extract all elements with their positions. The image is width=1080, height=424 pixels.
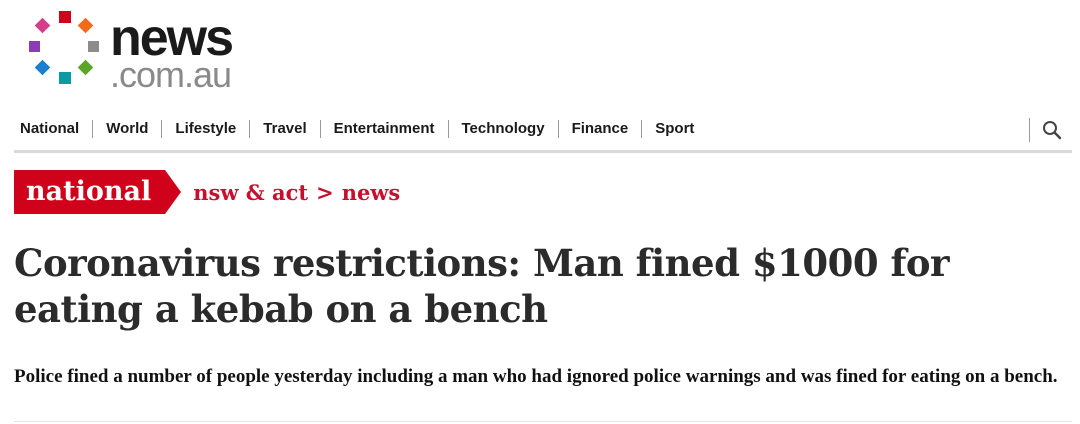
- nav-list: National World Lifestyle Travel Entertai…: [14, 120, 707, 138]
- section-tag-national[interactable]: national: [14, 170, 166, 214]
- nav-item-national[interactable]: National: [14, 120, 92, 138]
- section-header: national nsw & act > news: [14, 170, 400, 214]
- breadcrumb: nsw & act > news: [193, 180, 400, 205]
- breadcrumb-nsw-act[interactable]: nsw & act: [193, 180, 308, 205]
- nav-item-finance[interactable]: Finance: [557, 120, 642, 138]
- nav-item-lifestyle[interactable]: Lifestyle: [161, 120, 249, 138]
- nav-item-technology[interactable]: Technology: [447, 120, 558, 138]
- nav-item-sport[interactable]: Sport: [641, 120, 707, 138]
- logo-dot: [34, 59, 51, 76]
- site-logo[interactable]: news .com.au: [26, 10, 266, 93]
- divider: [14, 421, 1072, 422]
- article-standfirst: Police fined a number of people yesterda…: [14, 366, 1058, 387]
- logo-dot: [34, 17, 51, 34]
- nav-item-entertainment[interactable]: Entertainment: [319, 120, 448, 138]
- breadcrumb-news[interactable]: news: [342, 180, 401, 205]
- logo-dot: [59, 72, 71, 84]
- logo-dot: [59, 11, 71, 23]
- logo-domain: .com.au: [110, 54, 232, 95]
- breadcrumb-separator: >: [316, 179, 334, 205]
- section-tag-arrow: [165, 170, 182, 214]
- main-nav: National World Lifestyle Travel Entertai…: [14, 112, 1072, 153]
- search-button[interactable]: [1029, 118, 1072, 142]
- search-icon: [1043, 121, 1062, 140]
- logo-dot: [29, 41, 40, 52]
- logo-dot: [77, 17, 94, 34]
- nav-item-world[interactable]: World: [92, 120, 161, 138]
- article-headline: Coronavirus restrictions: Man fined $100…: [14, 241, 950, 331]
- nav-item-travel[interactable]: Travel: [249, 120, 319, 138]
- logo-dot: [88, 41, 99, 52]
- logo-dot: [77, 59, 94, 76]
- logo-dots-icon: [29, 11, 99, 84]
